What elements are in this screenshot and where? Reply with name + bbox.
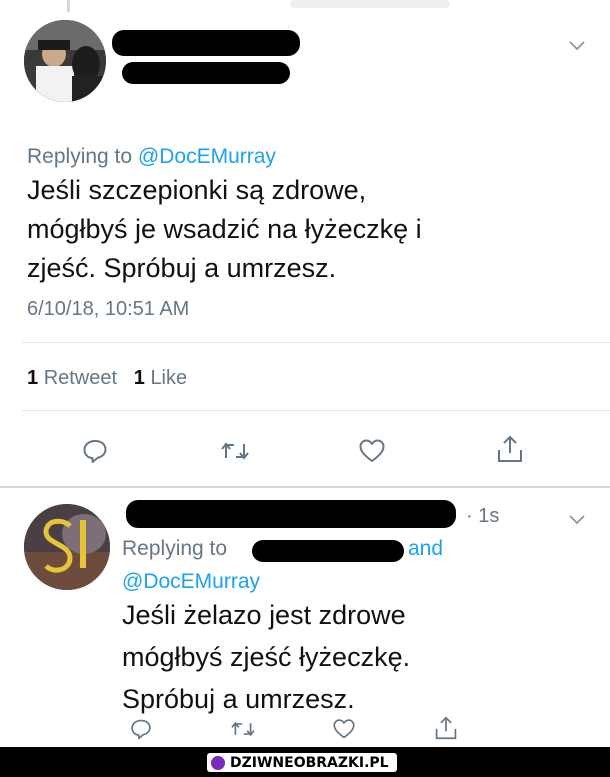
- chevron-down-icon: [569, 41, 585, 51]
- mention-link[interactable]: @DocEMurray: [138, 145, 276, 168]
- like-button[interactable]: [330, 716, 358, 742]
- retweet-icon: [221, 442, 249, 460]
- tweet-separator: [0, 486, 610, 488]
- share-button[interactable]: [432, 714, 460, 742]
- retweet-label: Retweet: [43, 367, 118, 389]
- divider: [22, 342, 610, 343]
- avatar[interactable]: [24, 504, 110, 590]
- tweet-text-line: Jeśli szczepionki są zdrowe,: [27, 175, 367, 205]
- like-label: Like: [150, 367, 188, 389]
- reply-button[interactable]: [128, 716, 154, 742]
- reply-icon: [131, 719, 151, 740]
- tweet-text-line: mógłbyś je wsadzić na łyżeczkę i: [27, 214, 422, 244]
- mention-link[interactable]: @DocEMurray: [122, 570, 260, 594]
- divider: [22, 410, 610, 411]
- tweet-text: Jeśli żelazo jest zdrowe mógłbyś zjeść ł…: [122, 594, 592, 720]
- share-button[interactable]: [494, 432, 526, 466]
- tweet-text: Jeśli szczepionki są zdrowe, mógłbyś je …: [27, 171, 597, 288]
- avatar-photo: [24, 504, 110, 590]
- top-blur: [290, 0, 450, 8]
- tweet-text-line: zjeść. Spróbuj a umrzesz.: [27, 253, 337, 283]
- retweet-button[interactable]: [218, 436, 252, 466]
- share-icon: [435, 716, 457, 740]
- watermark-text: DZIWNEOBRAZKI.PL: [230, 754, 389, 771]
- like-count: 1: [133, 367, 145, 389]
- retweet-icon: [231, 721, 255, 737]
- more-menu[interactable]: [568, 36, 586, 57]
- watermark-badge: DZIWNEOBRAZKI.PL: [207, 753, 397, 772]
- more-menu[interactable]: [568, 510, 586, 531]
- and-label: and: [408, 537, 444, 560]
- tweet-text-line: Jeśli żelazo jest zdrowe: [122, 600, 406, 630]
- like-button[interactable]: [356, 436, 388, 466]
- engagement-stats: 1 Retweet 1 Like: [27, 367, 187, 390]
- retweet-stat[interactable]: 1 Retweet: [27, 367, 123, 389]
- tweet-text-line: mógłbyś zjeść łyżeczkę.: [122, 642, 411, 672]
- replying-to-label: Replying to: [122, 537, 228, 560]
- retweet-button[interactable]: [228, 716, 258, 742]
- heart-icon: [333, 719, 355, 739]
- reply-icon: [83, 440, 107, 463]
- tweet-timestamp[interactable]: 6/10/18, 10:51 AM: [27, 298, 189, 321]
- share-icon: [498, 435, 522, 462]
- reply-button[interactable]: [80, 436, 110, 466]
- redacted-handle: [122, 62, 290, 84]
- replying-to-line: Replying to @DocEMurray: [27, 145, 276, 169]
- replying-to-label: Replying to: [27, 145, 133, 168]
- avatar-photo: [24, 20, 106, 102]
- redacted-username: [112, 30, 300, 56]
- avatar[interactable]: [24, 20, 106, 102]
- redacted-mention: [252, 540, 404, 562]
- like-stat[interactable]: 1 Like: [128, 367, 187, 389]
- chevron-down-icon: [569, 515, 585, 525]
- thread-connector-line: [67, 0, 70, 12]
- heart-icon: [359, 439, 385, 462]
- retweet-count: 1: [27, 367, 39, 389]
- tweet-age[interactable]: · 1s: [466, 505, 499, 528]
- redacted-username: [126, 500, 456, 528]
- watermark-logo-icon: [211, 755, 225, 770]
- tweet-text-line: Spróbuj a umrzesz.: [122, 684, 355, 714]
